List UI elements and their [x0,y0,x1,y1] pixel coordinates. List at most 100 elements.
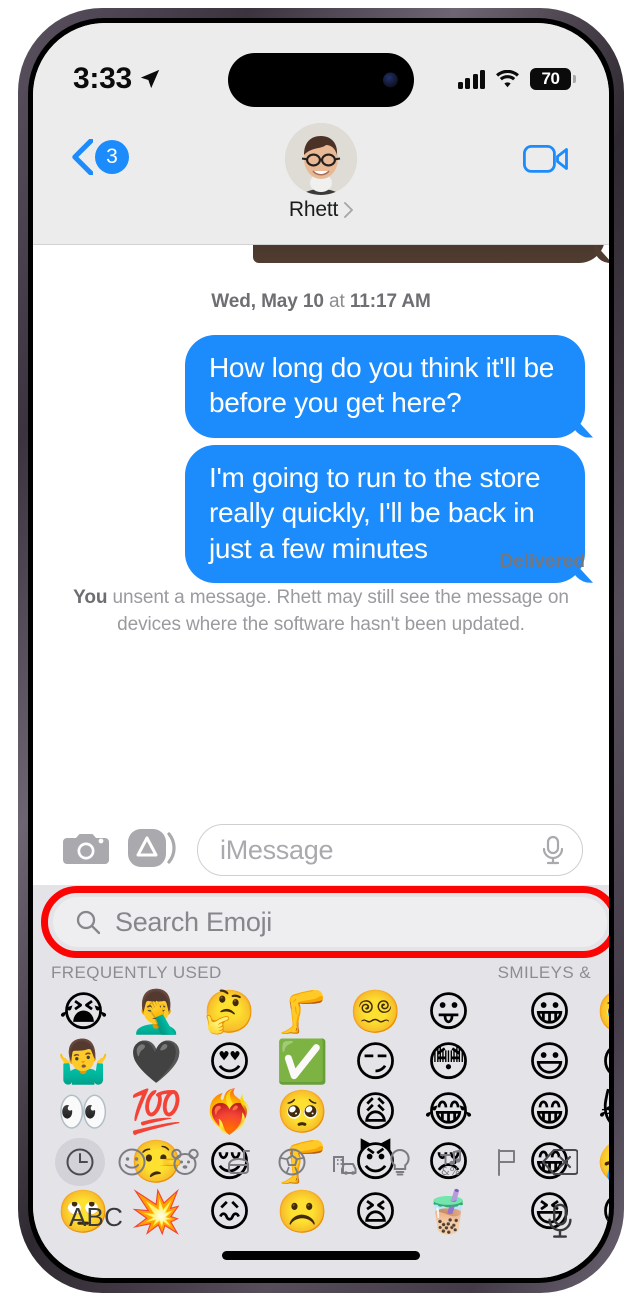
emoji-cell[interactable]: 🥺 [266,1087,339,1137]
emoji-cell[interactable]: 😩 [339,1087,412,1137]
battery-percent: 70 [541,69,560,88]
emoji-section-headers: FREQUENTLY USED SMILEYS & [33,961,609,983]
emoji-category-food[interactable] [212,1138,266,1186]
emoji-cell[interactable]: 😃 [513,1037,586,1087]
emoji-category-activity[interactable] [266,1138,320,1186]
emoji-cell[interactable]: ❤️‍🔥 [193,1087,266,1137]
emoji-cell[interactable]: 👀 [47,1087,120,1137]
search-emoji-input[interactable]: Search Emoji [53,897,607,947]
contact-name: Rhett [288,198,339,221]
navigation-bar: 3 Rhett [33,115,609,245]
timestamp-at: at [323,291,350,312]
video-camera-icon [522,145,568,173]
emoji-cell[interactable]: 🤷‍♂️ [47,1037,120,1087]
emoji-category-travel[interactable] [319,1138,373,1186]
avatar-photo [285,123,357,195]
location-arrow-icon [140,69,160,89]
dictation-microphone-icon[interactable] [545,1202,575,1240]
message-timestamp: Wed, May 10 at 11:17 AM [33,291,609,313]
emoji-cell[interactable]: ✅ [266,1037,339,1087]
imessage-placeholder: iMessage [220,834,334,865]
soccer-ball-icon [278,1148,306,1176]
emoji-cell[interactable]: 😳 [412,1037,485,1087]
emoji-category-flags[interactable] [480,1138,534,1186]
phone-screen: 3:33 70 3 Rhett Wed, May 10 at 11:17 AM … [33,23,609,1278]
facetime-button[interactable] [522,143,569,180]
flag-icon [497,1149,515,1176]
contact-avatar[interactable] [285,123,357,195]
cellular-bars-icon [457,69,485,89]
emoji-cell[interactable]: 😛 [412,987,485,1037]
emoji-cell[interactable]: 😵‍💫 [339,987,412,1037]
imessage-input[interactable]: iMessage [197,824,583,876]
emoji-search-row: Search Emoji [33,885,609,961]
abc-key[interactable]: ABC [69,1202,123,1233]
emoji-cell[interactable]: 😁 [513,1087,586,1137]
emoji-category-symbols[interactable]: &% [426,1138,480,1186]
section-header-smileys: SMILEYS & [497,963,591,982]
chevron-right-icon [344,202,354,218]
section-header-frequently-used: FREQUENTLY USED [51,963,222,982]
emoji-category-smileys[interactable] [105,1138,159,1186]
timestamp-time: 11:17 AM [349,291,431,312]
app-store-icon [128,828,176,867]
emoji-category-bar: &% [33,1136,609,1188]
emoji-cell[interactable]: 😂 [412,1087,485,1137]
message-input-row: iMessage [33,815,609,885]
lightbulb-icon [390,1148,410,1176]
chevron-left-icon [72,139,93,175]
image-attachment-bubble[interactable] [253,245,605,263]
emoji-cell[interactable]: 🤔 [193,987,266,1037]
smiley-icon [118,1148,146,1176]
camera-button[interactable] [63,828,109,873]
emoji-cell[interactable]: 😭 [47,987,120,1037]
emoji-cell[interactable]: 😄 [586,1037,609,1087]
battery-indicator: 70 [530,68,576,90]
emoji-cell[interactable]: 🦵 [266,987,339,1037]
unread-count-badge: 3 [95,140,129,174]
emoji-cell[interactable]: 🖤 [120,1037,193,1087]
home-indicator [222,1251,420,1260]
phone-frame: 3:33 70 3 Rhett Wed, May 10 at 11:17 AM … [18,8,624,1293]
unsent-body: unsent a message. Rhett may still see th… [107,587,569,635]
contact-name-row[interactable]: Rhett [288,198,354,222]
symbols-icon: &% [440,1149,462,1177]
microphone-icon[interactable] [540,834,566,866]
phone-inner-bezel: 3:33 70 3 Rhett Wed, May 10 at 11:17 AM … [28,18,614,1283]
svg-text:&%: &% [441,1165,460,1177]
emoji-keyboard: Search Emoji FREQUENTLY USED SMILEYS & 😭… [33,885,609,1278]
emoji-cell[interactable]: 😹 [586,1087,609,1137]
food-icon [227,1150,250,1174]
magnifier-icon [76,910,101,935]
timestamp-day: Wed, May 10 [211,291,324,312]
unsent-message-notice: You unsent a message. Rhett may still se… [71,585,571,639]
emoji-cell[interactable]: 😀 [513,987,586,1037]
back-button[interactable]: 3 [71,139,129,175]
status-time: 3:33 [73,62,132,95]
message-bubble-sent[interactable]: How long do you think it'll be before yo… [185,335,585,438]
contact-header[interactable]: Rhett [285,123,357,222]
emoji-cell[interactable]: 🥹 [586,987,609,1037]
camera-icon [63,833,109,864]
search-emoji-placeholder: Search Emoji [115,906,272,937]
emoji-cell[interactable]: 🤦‍♂️ [120,987,193,1037]
emoji-category-recent[interactable] [55,1138,105,1186]
keyboard-bottom-row: ABC [33,1188,609,1278]
emoji-category-animals[interactable] [159,1138,213,1186]
car-building-icon [333,1156,357,1175]
conversation-thread[interactable]: Wed, May 10 at 11:17 AM How long do you … [33,245,609,815]
delivered-status: Delivered [499,551,585,572]
front-camera-lens [383,72,398,88]
emoji-cell[interactable]: 😏 [339,1037,412,1087]
status-right-group: 70 [457,68,576,90]
dynamic-island [228,53,414,107]
emoji-category-objects[interactable] [373,1138,427,1186]
app-store-button[interactable] [127,827,179,874]
bear-icon [171,1148,200,1175]
delete-key[interactable] [534,1138,588,1186]
clock-icon [66,1148,94,1176]
emoji-cell[interactable]: 💯 [120,1087,193,1137]
backspace-delete-icon [542,1148,579,1176]
emoji-cell[interactable]: 😍 [193,1037,266,1087]
unsent-prefix: You [73,587,108,608]
